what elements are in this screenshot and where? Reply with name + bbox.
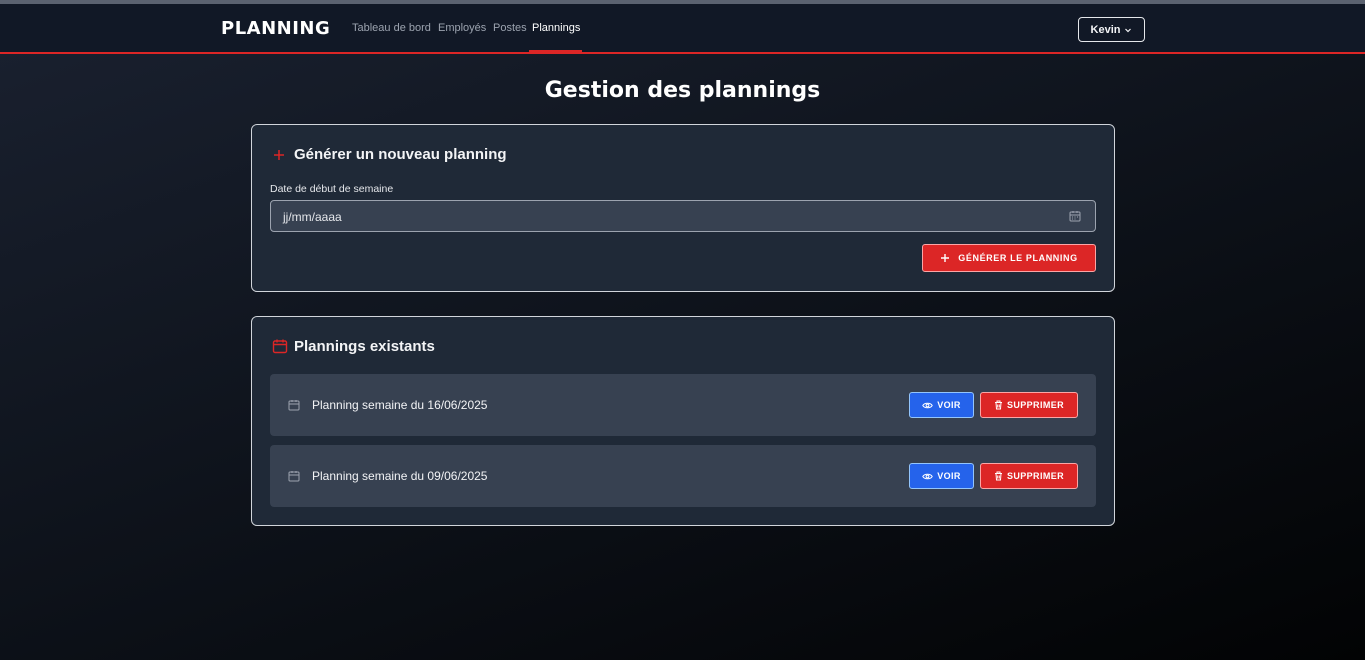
page-title: Gestion des plannings [544,78,821,103]
view-button[interactable]: VOIR [909,392,974,418]
week-start-date-input[interactable]: jj/mm/aaaa [270,200,1096,232]
brand-logo[interactable]: PLANNING [221,18,330,39]
calendar-picker-icon[interactable] [1069,210,1081,222]
nav-link-dashboard[interactable]: Tableau de bord [352,22,431,34]
delete-button-label: SUPPRIMER [1006,471,1065,481]
calendar-icon [272,338,288,354]
generate-planning-card: Générer un nouveau planning Date de débu… [251,124,1115,292]
active-nav-indicator [529,50,582,52]
trash-icon [994,400,1003,410]
list-item: Planning semaine du 09/06/2025 VOIR SUPP… [270,445,1096,507]
plus-icon [272,148,286,162]
existing-card-title: Plannings existants [294,338,435,355]
nav-link-employees[interactable]: Employés [438,22,486,34]
plus-icon [940,253,950,263]
view-button[interactable]: VOIR [909,463,974,489]
delete-button[interactable]: SUPPRIMER [980,463,1078,489]
user-menu-button[interactable]: Kevin [1078,17,1145,42]
nav-link-plannings[interactable]: Plannings [532,22,580,34]
delete-button[interactable]: SUPPRIMER [980,392,1078,418]
chevron-down-icon [1124,26,1132,34]
calendar-icon [288,399,300,411]
generate-button-label: GÉNÉRER LE PLANNING [958,253,1078,263]
view-button-label: VOIR [937,471,961,481]
date-field-label: Date de début de semaine [270,183,394,195]
generate-card-title: Générer un nouveau planning [294,146,507,163]
view-button-label: VOIR [937,400,961,410]
generate-planning-button[interactable]: GÉNÉRER LE PLANNING [922,244,1096,272]
planning-label: Planning semaine du 09/06/2025 [312,469,488,483]
delete-button-label: SUPPRIMER [1006,400,1065,410]
calendar-icon [288,470,300,482]
date-placeholder: jj/mm/aaaa [283,210,342,224]
planning-label: Planning semaine du 16/06/2025 [312,398,488,412]
eye-icon [922,401,933,410]
list-item: Planning semaine du 16/06/2025 VOIR SUPP… [270,374,1096,436]
nav-link-positions[interactable]: Postes [493,22,527,34]
user-name: Kevin [1090,23,1121,36]
trash-icon [994,471,1003,481]
existing-plannings-card: Plannings existants Planning semaine du … [251,316,1115,526]
navbar: PLANNING Tableau de bord Employés Postes… [0,4,1365,54]
eye-icon [922,472,933,481]
